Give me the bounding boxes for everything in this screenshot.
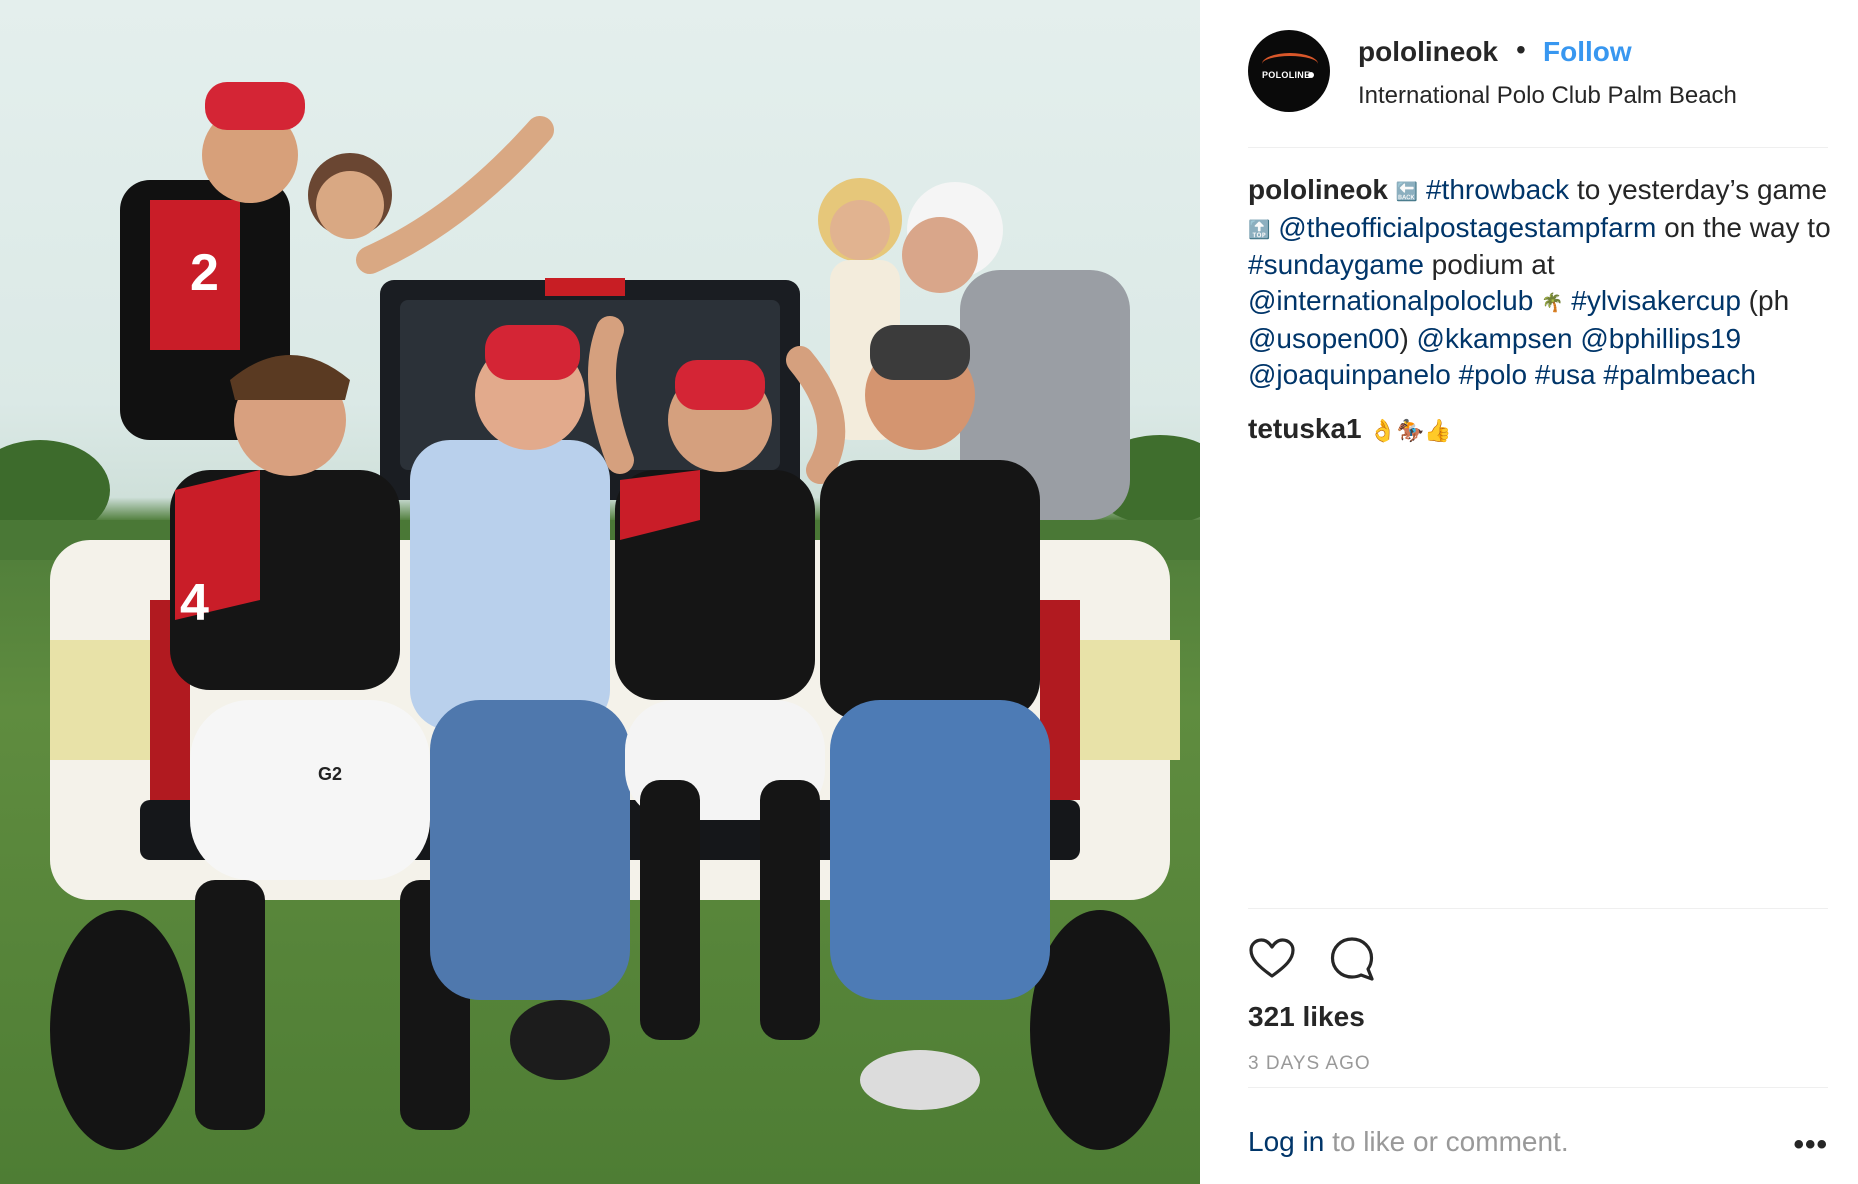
palm-tree-icon: 🌴 xyxy=(1541,292,1564,313)
hashtag-palmbeach[interactable]: #palmbeach xyxy=(1603,359,1756,390)
mention-kkampsen[interactable]: @kkampsen xyxy=(1417,323,1573,354)
post-side-panel: POLOLINE pololineok • Follow Internation… xyxy=(1200,0,1858,1184)
header-username[interactable]: pololineok xyxy=(1358,36,1498,68)
mention-joaquinpanelo[interactable]: @joaquinpanelo xyxy=(1248,359,1451,390)
front-row-people xyxy=(170,316,1050,1130)
caption-username[interactable]: pololineok xyxy=(1248,174,1388,205)
heart-icon[interactable] xyxy=(1248,935,1296,983)
photo-illustration: 2 4 G2 xyxy=(0,82,1200,1150)
top-arrow-icon: 🔝 xyxy=(1248,219,1271,240)
post-actions: 321 likes 3 DAYS AGO xyxy=(1248,908,1828,1088)
comment-username[interactable]: tetuska1 xyxy=(1248,413,1362,444)
header-bullet: • xyxy=(1516,34,1526,65)
login-prompt: Log in to like or comment. xyxy=(1248,1126,1569,1158)
mention-postagestampfarm[interactable]: @theofficialpostagestampfarm xyxy=(1278,212,1656,243)
mention-bphillips19[interactable]: @bphillips19 xyxy=(1580,323,1741,354)
hashtag-polo[interactable]: #polo xyxy=(1459,359,1528,390)
caption-comment: pololineok 🔙 #throwback to yesterday’s g… xyxy=(1248,172,1838,393)
hashtag-sundaygame[interactable]: #sundaygame xyxy=(1248,249,1424,280)
follow-button[interactable]: Follow xyxy=(1543,36,1632,68)
caption-text-3: podium at xyxy=(1423,249,1555,281)
caption-text-5: ) xyxy=(1399,322,1417,354)
caption-text-1: to yesterday’s game xyxy=(1569,174,1828,205)
comment-icon[interactable] xyxy=(1328,935,1376,983)
comment-emoji: 👌🏇👍 xyxy=(1369,417,1452,443)
post-timestamp[interactable]: 3 DAYS AGO xyxy=(1248,1053,1371,1075)
likes-count[interactable]: 321 likes xyxy=(1248,1001,1365,1033)
jersey-number-2: 2 xyxy=(190,244,219,302)
caption-text-4: (ph xyxy=(1740,285,1790,317)
login-prompt-text: to like or comment. xyxy=(1324,1126,1569,1157)
mention-usopen00[interactable]: @usopen00 xyxy=(1248,323,1399,354)
caption-text-2: on the way to xyxy=(1656,211,1831,243)
hashtag-usa[interactable]: #usa xyxy=(1535,359,1596,390)
post-footer: Log in to like or comment. ••• xyxy=(1248,1087,1828,1184)
login-link[interactable]: Log in xyxy=(1248,1126,1324,1157)
avatar[interactable]: POLOLINE xyxy=(1248,30,1330,112)
avatar-logo-text: POLOLINE xyxy=(1262,70,1311,80)
back-arrow-icon: 🔙 xyxy=(1395,181,1419,202)
post-header: POLOLINE pololineok • Follow Internation… xyxy=(1248,30,1828,148)
comment-tetuska1: tetuska1 👌🏇👍 xyxy=(1248,411,1838,449)
comments-section: pololineok 🔙 #throwback to yesterday’s g… xyxy=(1248,172,1838,449)
bottle-label: G2 xyxy=(318,764,342,784)
hashtag-ylvisakercup[interactable]: #ylvisakercup xyxy=(1571,285,1741,316)
hashtag-throwback[interactable]: #throwback xyxy=(1426,174,1569,205)
post-photo[interactable]: 2 4 G2 xyxy=(0,0,1200,1184)
location-link[interactable]: International Polo Club Palm Beach xyxy=(1358,82,1737,110)
avatar-dot xyxy=(1308,72,1314,78)
jersey-number-4: 4 xyxy=(180,574,209,632)
mention-internationalpoloclub[interactable]: @internationalpoloclub xyxy=(1248,285,1533,316)
more-options-icon[interactable]: ••• xyxy=(1793,1128,1828,1162)
